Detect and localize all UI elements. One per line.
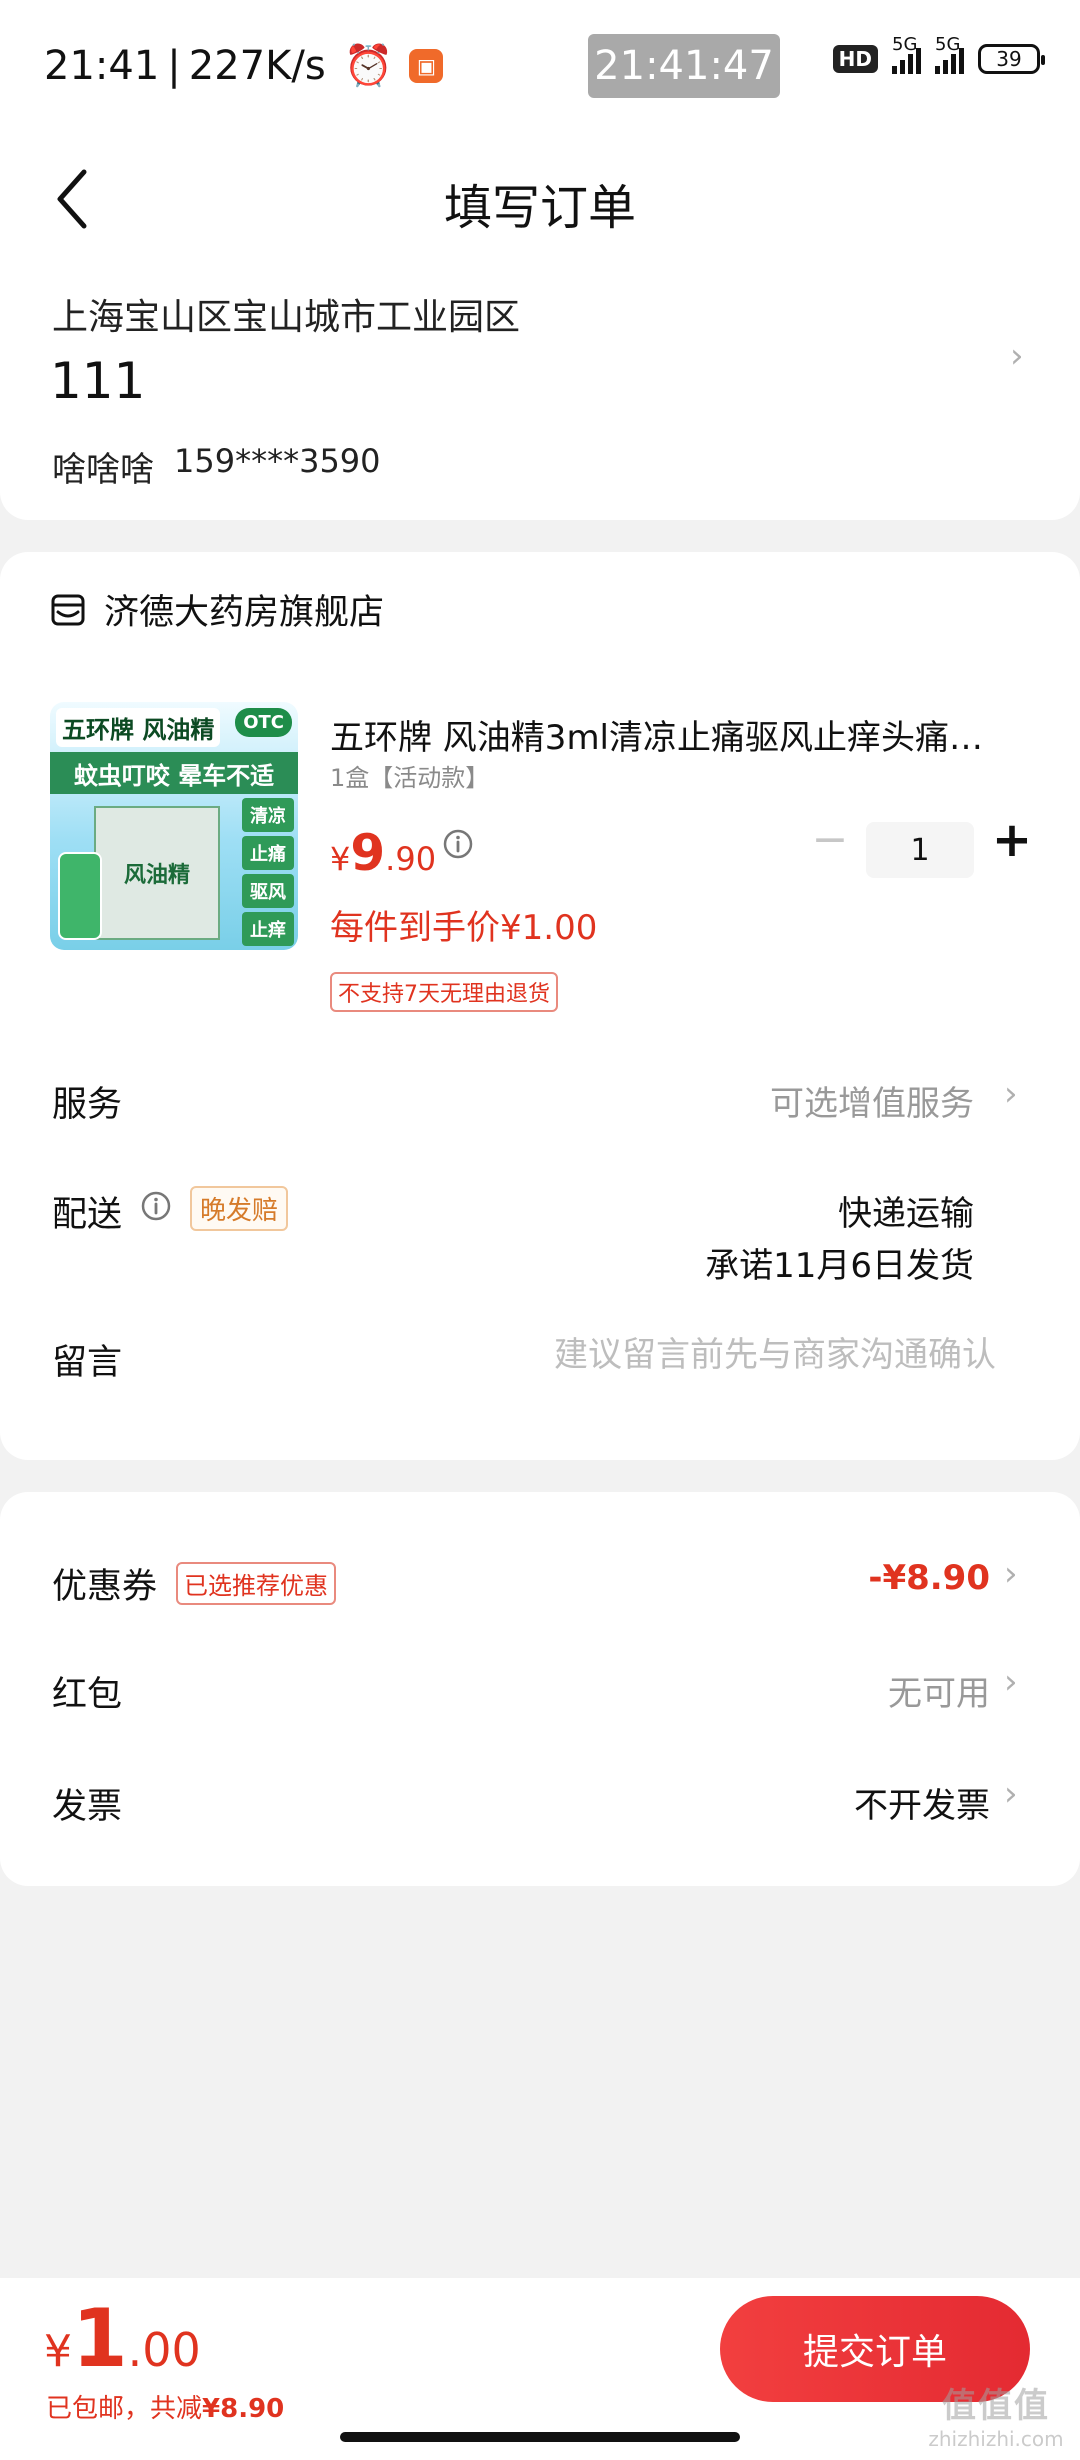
status-right: HD 5G 5G 39 bbox=[832, 34, 1045, 74]
address-contact: 啥啥啥 159****3590 bbox=[52, 442, 381, 491]
total-decimal: .00 bbox=[127, 2323, 201, 2377]
signal-icon-2: 5G bbox=[935, 34, 964, 74]
status-separator: | bbox=[167, 42, 181, 89]
quantity-decrease-button[interactable]: − bbox=[810, 818, 850, 862]
chevron-right-icon: › bbox=[1004, 1074, 1018, 1114]
coupon-value[interactable]: -¥8.90 bbox=[868, 1558, 990, 1598]
message-label: 留言 bbox=[52, 1343, 123, 1383]
recipient-phone: 159****3590 bbox=[174, 442, 381, 480]
product-price: ¥ 9 .90 bbox=[330, 824, 436, 882]
final-price: 每件到手价¥1.00 bbox=[330, 908, 598, 948]
quantity-value[interactable]: 1 bbox=[866, 822, 974, 878]
delivery-label: 配送 bbox=[52, 1195, 123, 1235]
invoice-label: 发票 bbox=[52, 1787, 123, 1827]
coupon-recommend-badge: 已选推荐优惠 bbox=[176, 1562, 336, 1605]
signal-icon: 5G bbox=[892, 34, 921, 74]
address-card[interactable]: 上海宝山区宝山城市工业园区 111 啥啥啥 159****3590 › bbox=[0, 280, 1080, 520]
clock-overlay: 21:41:47 bbox=[588, 34, 780, 98]
store-name[interactable]: 济德大药房旗舰店 bbox=[104, 584, 384, 635]
info-icon[interactable] bbox=[140, 1190, 172, 1222]
address-detail: 111 bbox=[50, 352, 146, 410]
return-policy-badge: 不支持7天无理由退货 bbox=[330, 972, 558, 1012]
recipient-name: 啥啥啥 bbox=[52, 450, 154, 490]
chevron-right-icon: › bbox=[1004, 1774, 1018, 1814]
saved-amount: ¥8.90 bbox=[202, 2394, 285, 2424]
hd-icon: HD bbox=[832, 45, 878, 73]
discount-card: 优惠券 已选推荐优惠 -¥8.90 › 红包 无可用 › 发票 不开发票 › bbox=[0, 1492, 1080, 1886]
total-price: ¥ 1 .00 bbox=[44, 2292, 201, 2385]
red-packet-label: 红包 bbox=[52, 1675, 123, 1715]
product-title[interactable]: 五环牌 风油精3ml清凉止痛驱风止痒头痛… bbox=[330, 710, 1030, 759]
network-type-label: 5G bbox=[892, 34, 918, 55]
status-left: 21:41 | 227K/s ⏰ ▣ bbox=[44, 42, 444, 89]
battery-level: 39 bbox=[996, 47, 1022, 71]
service-value[interactable]: 可选增值服务 bbox=[770, 1076, 974, 1125]
invoice-value[interactable]: 不开发票 bbox=[854, 1778, 990, 1827]
watermark: 值值值 zhizhizhi.com bbox=[928, 2378, 1064, 2451]
product-image-tag: 止痛 bbox=[242, 836, 294, 870]
product-image-box: 风油精 bbox=[94, 806, 220, 940]
quantity-increase-button[interactable]: + bbox=[990, 816, 1034, 864]
status-network-speed: 227K/s bbox=[188, 42, 326, 89]
product-image[interactable]: 五环牌 风油精 OTC 蚊虫叮咬 晕车不适 风油精 清凉 止痛 驱风 止痒 bbox=[50, 702, 298, 950]
chevron-right-icon: › bbox=[1004, 1554, 1018, 1594]
total-currency: ¥ bbox=[44, 2326, 72, 2377]
status-time: 21:41 bbox=[44, 42, 160, 89]
delivery-method: 快递运输 bbox=[838, 1194, 974, 1234]
chevron-right-icon: › bbox=[1004, 1662, 1018, 1702]
message-input[interactable] bbox=[400, 1328, 996, 1382]
watermark-site: zhizhizhi.com bbox=[928, 2427, 1064, 2451]
battery-icon: 39 bbox=[978, 44, 1045, 74]
product-spec: 1盒【活动款】 bbox=[330, 764, 490, 792]
product-image-brand: 五环牌 风油精 bbox=[56, 708, 221, 747]
shipping-note: 已包邮，共减 bbox=[46, 2394, 203, 2424]
page-header: 填写订单 bbox=[0, 130, 1080, 280]
chevron-right-icon: › bbox=[1010, 336, 1024, 376]
info-icon[interactable] bbox=[442, 828, 474, 860]
address-region: 上海宝山区宝山城市工业园区 bbox=[52, 297, 521, 338]
coupon-label: 优惠券 bbox=[52, 1567, 158, 1607]
price-currency: ¥ bbox=[330, 840, 351, 878]
total-integer: 1 bbox=[72, 2292, 128, 2385]
page-title: 填写订单 bbox=[443, 180, 636, 236]
delivery-promise: 承诺11月6日发货 bbox=[705, 1246, 974, 1286]
store-card: 济德大药房旗舰店 五环牌 风油精 OTC 蚊虫叮咬 晕车不适 风油精 清凉 止痛… bbox=[0, 552, 1080, 1460]
product-image-tag: 清凉 bbox=[242, 798, 294, 832]
bottle-icon bbox=[58, 852, 102, 940]
network-type-label-2: 5G bbox=[935, 34, 961, 55]
red-packet-value[interactable]: 无可用 bbox=[888, 1666, 990, 1715]
alarm-icon: ⏰ bbox=[343, 43, 394, 89]
otc-badge: OTC bbox=[235, 708, 292, 737]
store-icon bbox=[51, 594, 85, 626]
app-notification-icon: ▣ bbox=[409, 48, 444, 83]
status-bar: 21:41 | 227K/s ⏰ ▣ 21:41:47 HD 5G 5G 39 bbox=[0, 0, 1080, 130]
price-integer: 9 bbox=[350, 824, 386, 882]
watermark-logo: 值值值 bbox=[942, 2386, 1050, 2426]
product-image-tag: 驱风 bbox=[242, 874, 294, 908]
shipping-savings: 已包邮，共减¥8.90 bbox=[46, 2388, 284, 2425]
price-decimal: .90 bbox=[385, 840, 437, 878]
service-label: 服务 bbox=[52, 1085, 123, 1125]
late-shipment-badge: 晚发赔 bbox=[190, 1186, 289, 1231]
home-indicator[interactable] bbox=[340, 2432, 740, 2442]
product-image-slogan: 蚊虫叮咬 晕车不适 bbox=[50, 752, 298, 794]
product-image-tag: 止痒 bbox=[242, 912, 294, 946]
product-image-tags: 清凉 止痛 驱风 止痒 bbox=[242, 798, 294, 946]
